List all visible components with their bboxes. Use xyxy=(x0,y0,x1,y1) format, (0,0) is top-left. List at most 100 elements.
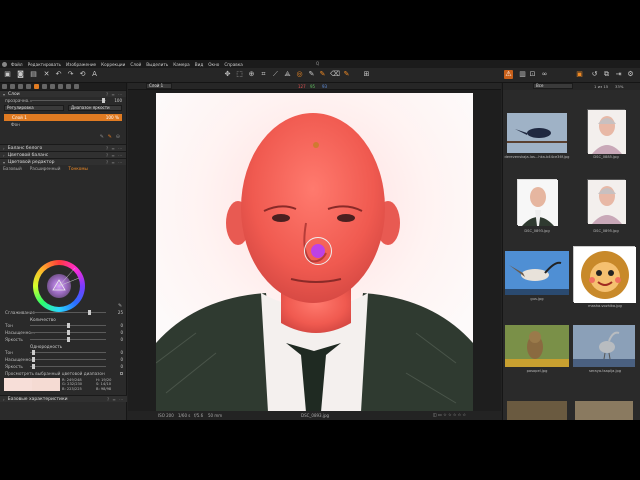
picker-icon[interactable]: ✎ xyxy=(307,70,316,79)
rotate-right-icon[interactable]: ↷ xyxy=(66,70,75,79)
menu-file[interactable]: Файл xyxy=(11,62,23,67)
zoom-tool-icon[interactable]: ⊕ xyxy=(247,70,256,79)
exposure-icon[interactable]: ▥ xyxy=(518,70,527,79)
reset-icon[interactable]: ↺ xyxy=(590,70,599,79)
uniform-saturation-slider[interactable] xyxy=(30,357,106,362)
thumbnail-10-partial[interactable] xyxy=(575,401,633,420)
opacity-slider[interactable] xyxy=(30,98,106,103)
settings-icon[interactable]: ⚙ xyxy=(626,70,635,79)
close-image-icon[interactable]: ✕ xyxy=(42,70,51,79)
text-tool-icon[interactable]: A xyxy=(90,70,99,79)
slider-knob[interactable] xyxy=(67,330,70,335)
thumbnail-8[interactable] xyxy=(573,325,635,367)
layers-header[interactable]: ▾ Слои ? ≡ ⋯ xyxy=(0,90,126,97)
panel-icons[interactable]: ? ≡ ⋯ xyxy=(107,397,124,402)
color-balance-header[interactable]: › Цветовой баланс ? ≡ ⋯ xyxy=(0,151,126,158)
rotate-left-icon[interactable]: ↶ xyxy=(54,70,63,79)
menu-layer[interactable]: Слой xyxy=(130,62,141,67)
thumbnail-9-partial[interactable] xyxy=(507,401,567,420)
tab-library[interactable] xyxy=(2,84,7,89)
thumbnail-4[interactable] xyxy=(587,179,626,224)
color-picker-icon[interactable]: ✎ xyxy=(342,70,351,79)
undo-icon[interactable]: ⟲ xyxy=(78,70,87,79)
tab-output[interactable] xyxy=(74,84,79,89)
tab-basic[interactable]: Базовый xyxy=(3,166,22,171)
thumbnail-3-selected[interactable] xyxy=(517,179,558,226)
base-characteristics-header[interactable]: › Базовые характеристики ? ≡ ⋯ xyxy=(0,395,127,402)
thumbnail-7[interactable] xyxy=(505,325,569,367)
uniform-tone-slider[interactable] xyxy=(30,350,106,355)
import-icon[interactable]: ▣ xyxy=(3,70,12,79)
focus-icon[interactable]: ⊡ xyxy=(528,70,537,79)
color-editor-header[interactable]: ▾ Цветовой редактор ? ≡ ⋯ xyxy=(0,158,126,165)
smoothing-slider[interactable] xyxy=(30,310,106,315)
camera-icon[interactable]: ◙ xyxy=(16,70,25,79)
grid-icon[interactable]: ⊞ xyxy=(362,70,371,79)
smoothing-knob[interactable] xyxy=(88,310,91,315)
tab-lens[interactable] xyxy=(18,84,23,89)
hue-range-wedge[interactable] xyxy=(33,260,85,312)
select-tool-icon[interactable]: ⬚ xyxy=(235,70,244,79)
spot-tool-icon[interactable]: ◎ xyxy=(295,70,304,79)
layer-select[interactable]: Слой 1 xyxy=(146,83,172,89)
workspace-icon[interactable]: ▣ xyxy=(575,70,584,79)
white-balance-header[interactable]: › Баланс белого ? ≡ ⋯ xyxy=(0,144,126,151)
warning-icon[interactable]: ⚠ xyxy=(504,70,513,79)
tab-capture[interactable] xyxy=(10,84,15,89)
thumbnail-6[interactable] xyxy=(573,246,636,303)
brush-icon[interactable]: ✎ xyxy=(100,134,104,140)
slider-knob[interactable] xyxy=(67,323,70,328)
footer-icons[interactable]: ◫ ▭ ☆ ☆ ☆ ☆ ☆ xyxy=(433,412,466,417)
layer-item-active[interactable]: Слой 1 100 % xyxy=(4,114,122,121)
color-wheel[interactable] xyxy=(33,260,85,312)
tab-local[interactable] xyxy=(58,84,63,89)
opacity-knob[interactable] xyxy=(102,98,105,103)
uniform-brightness-slider[interactable] xyxy=(30,364,106,369)
copy-icon[interactable]: ⧉ xyxy=(602,70,611,79)
delete-layer-icon[interactable]: ⊖ xyxy=(116,134,120,140)
layer-range-select[interactable]: Диапазон яркости xyxy=(68,105,122,111)
background-layer[interactable]: Фон xyxy=(0,121,126,128)
pan-tool-icon[interactable]: ✥ xyxy=(223,70,232,79)
menu-image[interactable]: Изображение xyxy=(66,62,96,67)
keystone-icon[interactable]: ⟁ xyxy=(283,70,292,79)
menu-camera[interactable]: Камера xyxy=(173,62,190,67)
slider-knob[interactable] xyxy=(32,364,35,369)
slider-knob[interactable] xyxy=(32,357,35,362)
tab-details[interactable] xyxy=(50,84,55,89)
eraser-icon[interactable]: ⌫ xyxy=(330,70,340,79)
tab-metadata[interactable] xyxy=(66,84,71,89)
menu-help[interactable]: Справка xyxy=(224,62,242,67)
menu-view[interactable]: Вид xyxy=(195,62,204,67)
tab-color[interactable] xyxy=(34,84,39,89)
thumbnail-5[interactable] xyxy=(505,251,569,295)
crop-tool-icon[interactable]: ⌗ xyxy=(259,70,268,79)
add-mask-icon[interactable]: ✎ xyxy=(108,134,112,140)
slider-knob[interactable] xyxy=(32,350,35,355)
tab-exposure[interactable] xyxy=(42,84,47,89)
tab-composition[interactable] xyxy=(26,84,31,89)
panel-icons[interactable]: ? ≡ ⋯ xyxy=(106,146,123,151)
layer-type-select[interactable]: Регулировка xyxy=(4,105,64,111)
main-image[interactable] xyxy=(156,93,473,412)
glasses-icon[interactable]: ∞ xyxy=(540,70,549,79)
menu-window[interactable]: Окно xyxy=(208,62,219,67)
menu-edit[interactable]: Редактировать xyxy=(28,62,61,67)
brush-icon[interactable]: ✎ xyxy=(318,70,327,79)
panel-icons[interactable]: ? ≡ ⋯ xyxy=(106,160,123,165)
tab-skin-tone[interactable]: Тонкомы xyxy=(68,166,87,171)
slider-knob[interactable] xyxy=(67,337,70,342)
amount-saturation-slider[interactable] xyxy=(30,330,106,335)
panel-icons[interactable]: ? ≡ ⋯ xyxy=(106,153,123,158)
browser-icon[interactable]: ▤ xyxy=(29,70,38,79)
menu-select[interactable]: Выделить xyxy=(146,62,168,67)
amount-tone-slider[interactable] xyxy=(30,323,106,328)
thumbnail-1[interactable] xyxy=(507,113,567,153)
preview-range-checkbox[interactable] xyxy=(120,372,123,375)
straighten-icon[interactable]: ⟋ xyxy=(271,70,280,79)
tab-advanced[interactable]: Расширенный xyxy=(30,166,61,171)
panel-icons[interactable]: ? ≡ ⋯ xyxy=(106,92,123,97)
apply-icon[interactable]: ⇥ xyxy=(614,70,623,79)
filter-select[interactable]: Все xyxy=(533,83,573,89)
preview-range-row[interactable]: Просмотреть выбранный цветовой диапазон xyxy=(0,370,127,377)
